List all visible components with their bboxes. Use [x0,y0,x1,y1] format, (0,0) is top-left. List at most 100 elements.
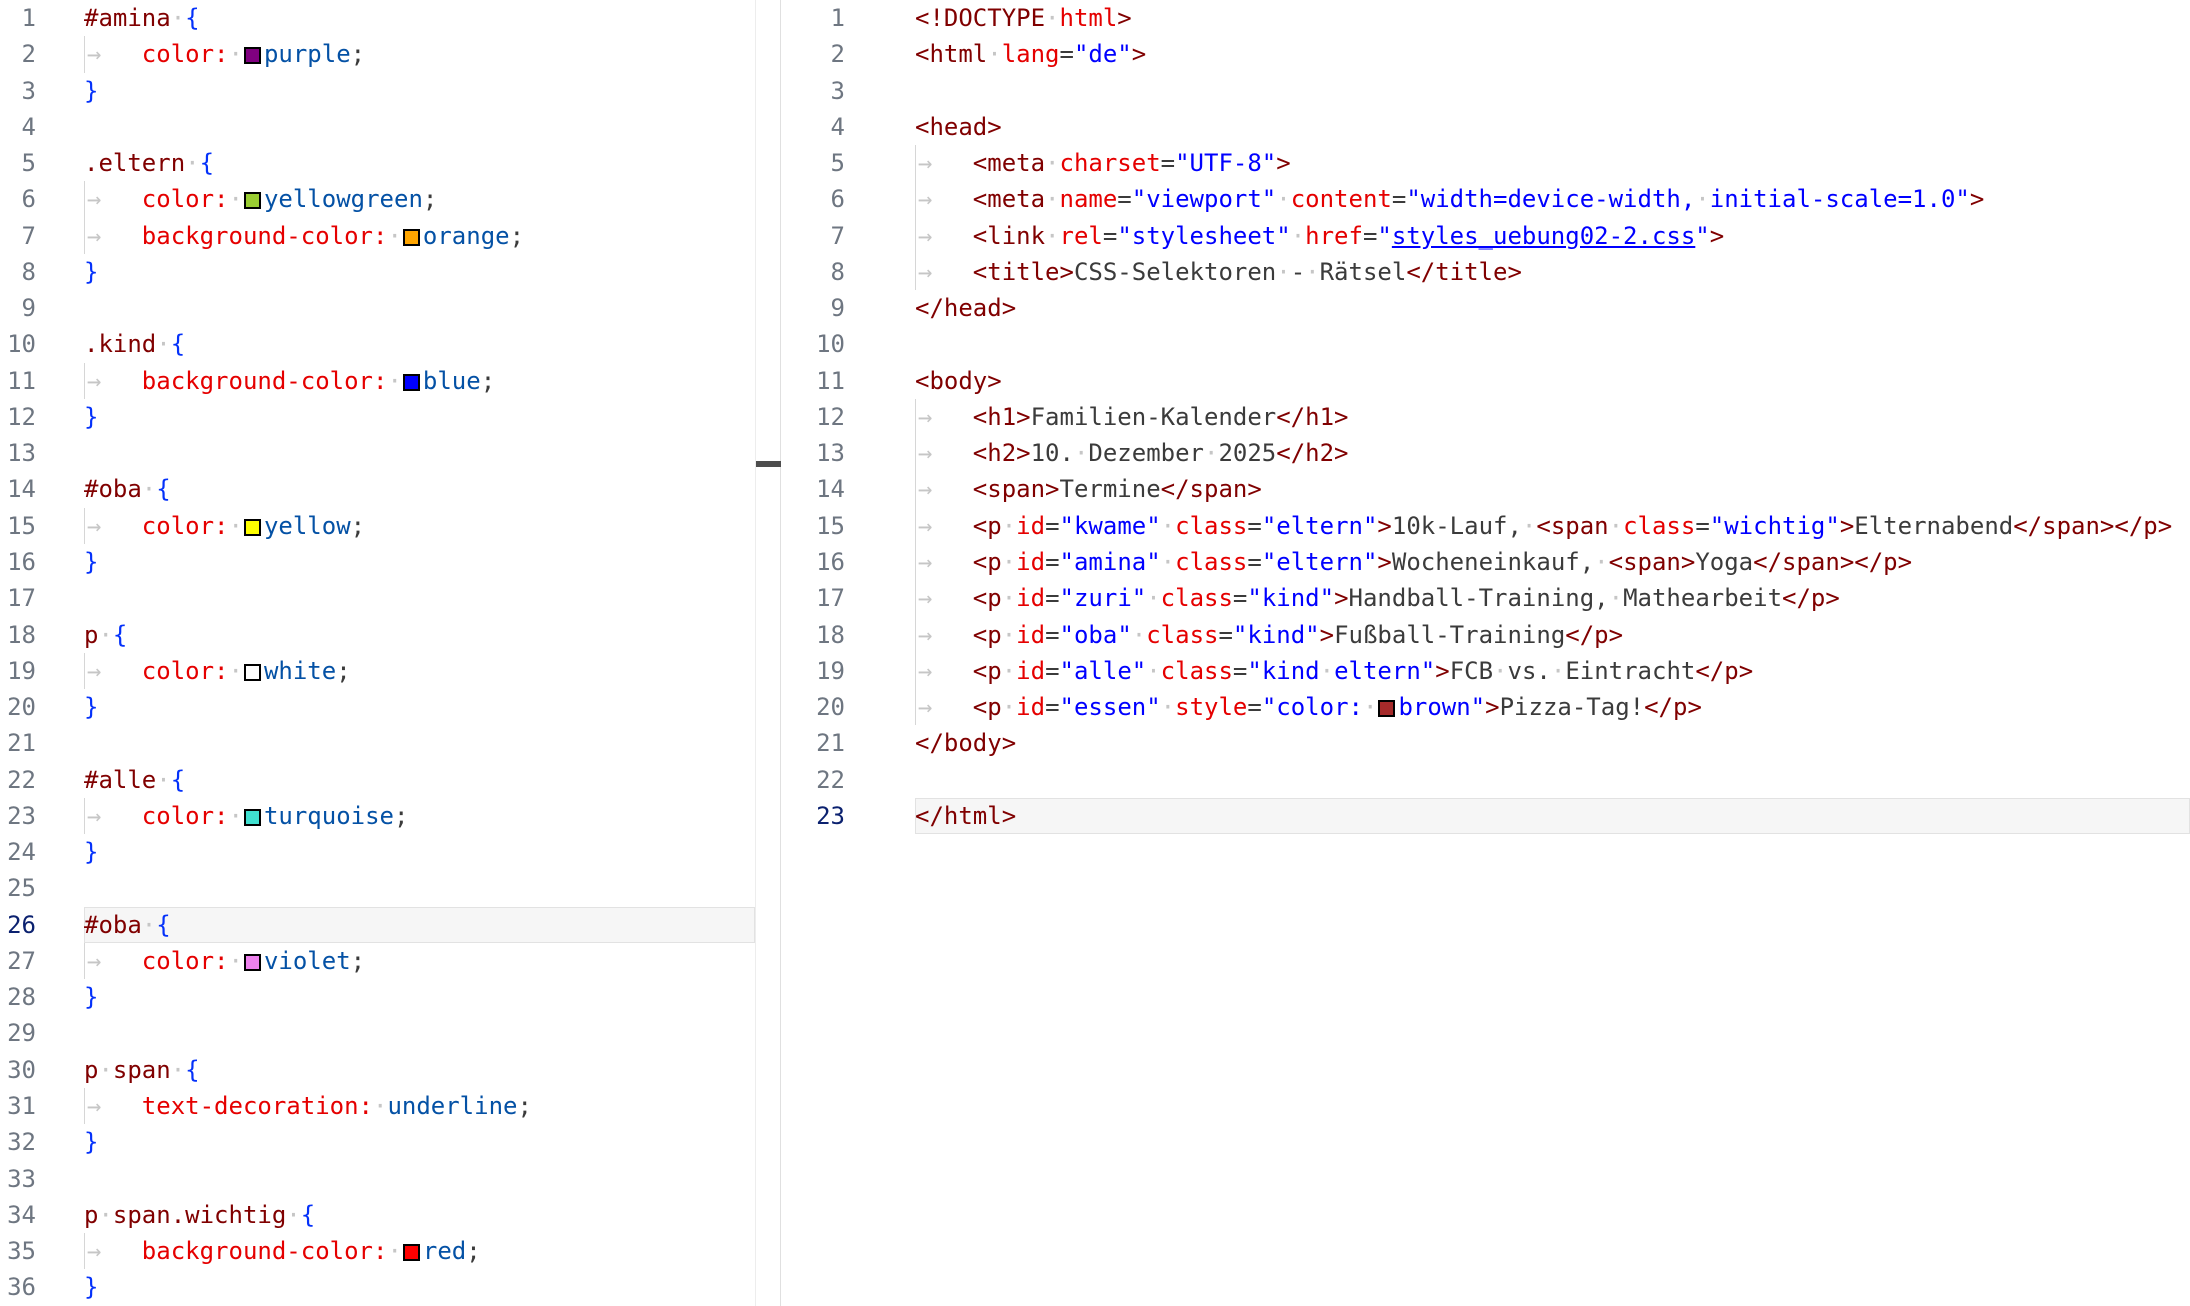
code-line-css-19[interactable]: 19→color:·white; [0,653,755,689]
code-line-css-20[interactable]: 20} [0,689,755,725]
code-line-html-23[interactable]: 23</html> [781,798,2190,834]
line-number[interactable]: 4 [0,109,36,145]
line-number[interactable]: 36 [0,1269,36,1305]
line-number[interactable]: 31 [0,1088,36,1124]
code-line-html-4[interactable]: 4<head> [781,109,2190,145]
line-number[interactable]: 15 [781,508,845,544]
code-line-css-4[interactable]: 4 [0,109,755,145]
code-line-css-2[interactable]: 2→color:·purple; [0,36,755,72]
line-number[interactable]: 10 [781,326,845,362]
css-editor-pane[interactable]: 1#amina·{2→color:·purple;3}45.eltern·{6→… [0,0,755,1306]
code-line-html-17[interactable]: 17→<p·id="zuri"·class="kind">Handball-Tr… [781,580,2190,616]
line-number[interactable]: 26 [0,907,36,943]
line-number[interactable]: 18 [781,617,845,653]
code-line-css-14[interactable]: 14#oba·{ [0,471,755,507]
code-line-html-9[interactable]: 9</head> [781,290,2190,326]
line-number[interactable]: 16 [781,544,845,580]
line-number[interactable]: 1 [781,0,845,36]
line-number[interactable]: 1 [0,0,36,36]
code-line-css-32[interactable]: 32} [0,1124,755,1160]
line-number[interactable]: 12 [781,399,845,435]
line-number[interactable]: 20 [0,689,36,725]
line-number[interactable]: 4 [781,109,845,145]
line-number[interactable]: 22 [781,762,845,798]
code-line-css-22[interactable]: 22#alle·{ [0,762,755,798]
line-number[interactable]: 24 [0,834,36,870]
code-line-html-13[interactable]: 13→<h2>10.·Dezember·2025</h2> [781,435,2190,471]
code-line-css-28[interactable]: 28} [0,979,755,1015]
code-line-css-16[interactable]: 16} [0,544,755,580]
code-line-html-18[interactable]: 18→<p·id="oba"·class="kind">Fußball-Trai… [781,617,2190,653]
line-number[interactable]: 11 [0,363,36,399]
code-line-html-20[interactable]: 20→<p·id="essen"·style="color:·brown">Pi… [781,689,2190,725]
line-number[interactable]: 17 [0,580,36,616]
code-line-css-25[interactable]: 25 [0,870,755,906]
line-number[interactable]: 5 [781,145,845,181]
code-line-css-31[interactable]: 31→text-decoration:·underline; [0,1088,755,1124]
code-line-css-8[interactable]: 8} [0,254,755,290]
code-line-css-10[interactable]: 10.kind·{ [0,326,755,362]
code-line-html-10[interactable]: 10 [781,326,2190,362]
code-line-css-18[interactable]: 18p·{ [0,617,755,653]
line-number[interactable]: 20 [781,689,845,725]
line-number[interactable]: 14 [0,471,36,507]
line-number[interactable]: 2 [781,36,845,72]
line-number[interactable]: 9 [0,290,36,326]
line-number[interactable]: 12 [0,399,36,435]
line-number[interactable]: 3 [0,73,36,109]
line-number[interactable]: 13 [781,435,845,471]
code-line-css-33[interactable]: 33 [0,1161,755,1197]
line-number[interactable]: 2 [0,36,36,72]
code-line-html-5[interactable]: 5→<meta·charset="UTF-8"> [781,145,2190,181]
code-line-html-11[interactable]: 11<body> [781,363,2190,399]
line-number[interactable]: 29 [0,1015,36,1051]
line-number[interactable]: 14 [781,471,845,507]
code-line-css-9[interactable]: 9 [0,290,755,326]
line-number[interactable]: 5 [0,145,36,181]
code-line-html-16[interactable]: 16→<p·id="amina"·class="eltern">Wochenei… [781,544,2190,580]
code-line-css-17[interactable]: 17 [0,580,755,616]
code-line-css-21[interactable]: 21 [0,725,755,761]
line-number[interactable]: 6 [0,181,36,217]
line-number[interactable]: 16 [0,544,36,580]
code-line-css-29[interactable]: 29 [0,1015,755,1051]
code-line-css-35[interactable]: 35→background-color:·red; [0,1233,755,1269]
line-number[interactable]: 25 [0,870,36,906]
code-line-css-13[interactable]: 13 [0,435,755,471]
line-number[interactable]: 23 [0,798,36,834]
line-number[interactable]: 18 [0,617,36,653]
line-number[interactable]: 27 [0,943,36,979]
code-line-html-6[interactable]: 6→<meta·name="viewport"·content="width=d… [781,181,2190,217]
line-number[interactable]: 7 [0,218,36,254]
code-line-css-15[interactable]: 15→color:·yellow; [0,508,755,544]
line-number[interactable]: 33 [0,1161,36,1197]
code-line-css-26[interactable]: 26#oba·{ [0,907,755,943]
code-line-css-5[interactable]: 5.eltern·{ [0,145,755,181]
code-line-html-3[interactable]: 3 [781,73,2190,109]
code-line-css-6[interactable]: 6→color:·yellowgreen; [0,181,755,217]
line-number[interactable]: 22 [0,762,36,798]
line-number[interactable]: 15 [0,508,36,544]
code-line-css-3[interactable]: 3} [0,73,755,109]
line-number[interactable]: 21 [781,725,845,761]
line-number[interactable]: 23 [781,798,845,834]
line-number[interactable]: 6 [781,181,845,217]
html-editor-pane[interactable]: 1<!DOCTYPE·html>2<html·lang="de">34<head… [781,0,2190,1306]
code-line-css-7[interactable]: 7→background-color:·orange; [0,218,755,254]
line-number[interactable]: 34 [0,1197,36,1233]
code-line-html-14[interactable]: 14→<span>Termine</span> [781,471,2190,507]
line-number[interactable]: 35 [0,1233,36,1269]
code-line-html-12[interactable]: 12→<h1>Familien-Kalender</h1> [781,399,2190,435]
line-number[interactable]: 10 [0,326,36,362]
line-number[interactable]: 8 [0,254,36,290]
code-line-css-30[interactable]: 30p·span·{ [0,1052,755,1088]
code-line-css-1[interactable]: 1#amina·{ [0,0,755,36]
line-number[interactable]: 13 [0,435,36,471]
code-line-html-15[interactable]: 15→<p·id="kwame"·class="eltern">10k-Lauf… [781,508,2190,544]
code-line-html-8[interactable]: 8→<title>CSS-Selektoren·-·Rätsel</title> [781,254,2190,290]
line-number[interactable]: 30 [0,1052,36,1088]
code-line-html-19[interactable]: 19→<p·id="alle"·class="kind·eltern">FCB·… [781,653,2190,689]
code-line-html-21[interactable]: 21</body> [781,725,2190,761]
line-number[interactable]: 32 [0,1124,36,1160]
line-number[interactable]: 19 [781,653,845,689]
